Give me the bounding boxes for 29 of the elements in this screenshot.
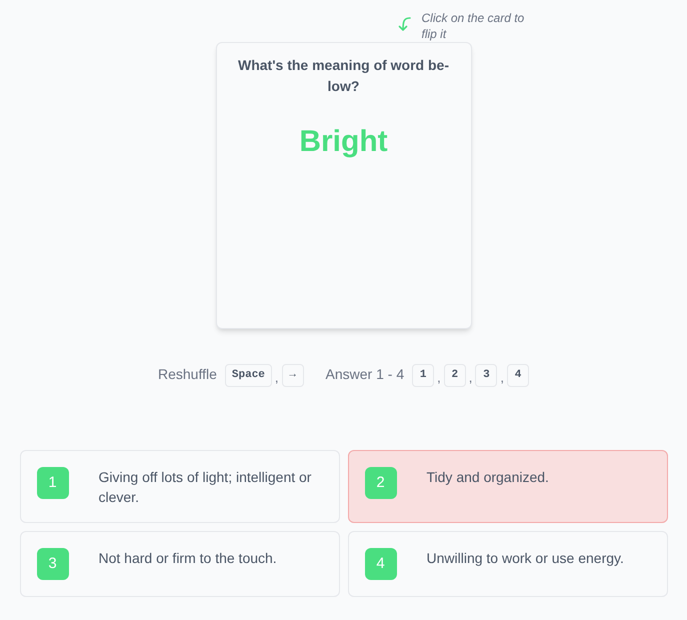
option-number: 1 — [36, 467, 68, 499]
card-question: What's the meaning of word be-low? — [237, 56, 450, 96]
flip-hint: Click on the card to flip it — [422, 10, 526, 42]
comma: , — [274, 368, 279, 386]
key: → — [282, 364, 304, 387]
option-text: Giving off lots of light; intelligent or clever. — [98, 468, 312, 507]
option-text: Not hard or firm to the touch. — [98, 549, 277, 568]
option-number: 2 — [364, 467, 396, 499]
answer-label: Answer 1 - 4 — [326, 365, 404, 384]
comma: , — [468, 368, 472, 386]
option-number: 4 — [364, 548, 396, 580]
answer-option[interactable]: 1 Giving off lots of light; intelligent or clever. — [20, 450, 340, 523]
curved-arrow-icon — [398, 16, 412, 32]
option-text: Unwilling to work or use energy. — [426, 549, 624, 568]
key: 3 — [475, 364, 498, 387]
answer-option[interactable]: 4 Unwilling to work or use energy. — [348, 531, 668, 597]
flashcard[interactable]: What's the meaning of word be-low? Bright — [216, 42, 472, 329]
answer-option[interactable]: 3 Not hard or firm to the touch. — [20, 531, 340, 597]
option-number: 3 — [36, 548, 68, 580]
key: 4 — [507, 364, 529, 387]
comma: , — [500, 368, 504, 386]
key: 2 — [444, 364, 466, 387]
key: 1 — [412, 364, 434, 387]
card-word: Bright — [299, 124, 388, 160]
option-text: Tidy and organized. — [426, 468, 549, 487]
reshuffle-label: Reshuffle — [158, 365, 217, 384]
key: Space — [224, 364, 272, 387]
comma: , — [437, 368, 441, 386]
answer-option[interactable]: 2 Tidy and organized. — [348, 450, 668, 523]
